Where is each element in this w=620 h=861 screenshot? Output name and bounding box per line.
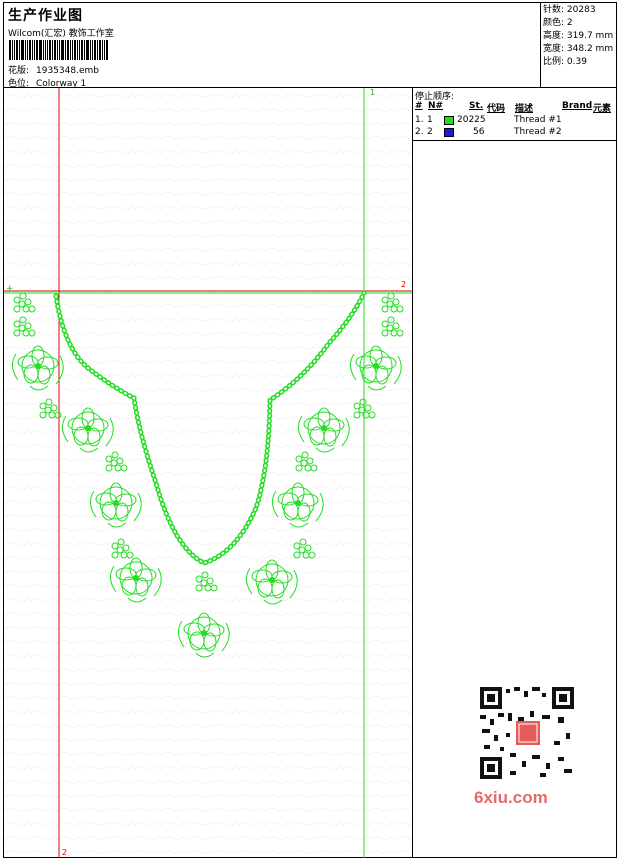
barcode-bar <box>45 40 46 60</box>
barcode-bar <box>16 40 18 60</box>
barcode-bar <box>25 40 26 60</box>
col-element: 元素 <box>593 104 612 114</box>
barcode-bar <box>65 40 66 60</box>
barcode-bar <box>102 40 103 60</box>
thread-color-swatch <box>444 116 454 125</box>
stat-colors: 颜色: 2 <box>543 17 617 30</box>
row-index: 2. <box>415 127 424 137</box>
stop-sequence-header: # N# St. 代码 描述 Brand 元素 <box>413 101 617 114</box>
thread-color-swatch <box>444 128 454 137</box>
stat-value: 20283 <box>566 5 596 15</box>
barcode-bar <box>61 40 64 60</box>
row-code: 56 <box>473 127 485 137</box>
stat-value: 0.39 <box>566 57 587 67</box>
stat-label: 针数: <box>543 5 565 15</box>
header-left: 生产作业图 Wilcom(汇宏) 教饰工作室 花版: 1935348.emb 色位… <box>4 3 540 89</box>
col-index: # <box>415 101 423 111</box>
barcode-bar <box>86 40 89 60</box>
barcode-bar <box>74 40 76 60</box>
row-index: 1. <box>415 115 424 125</box>
barcode-bar <box>104 40 105 60</box>
barcode-bar <box>90 40 91 60</box>
barcode-bar <box>39 40 42 60</box>
barcode-bar <box>21 40 24 60</box>
barcode-bar <box>97 40 98 60</box>
row-n: 1 <box>427 115 433 125</box>
barcode-bar <box>99 40 101 60</box>
row-code: 20225 <box>457 115 486 125</box>
barcode-bar <box>14 40 15 60</box>
stat-value: 348.2 mm <box>566 44 614 54</box>
barcode-bar <box>79 40 80 60</box>
stop-row: 1. 1 20225 Thread #1 <box>413 115 617 127</box>
stat-height: 高度: 319.7 mm <box>543 30 617 43</box>
stop-sequence-divider <box>413 140 617 141</box>
design-canvas: 1 2 2 + <box>4 88 412 858</box>
stat-label: 高度: <box>543 31 565 41</box>
col-brand: Brand <box>562 101 593 111</box>
stat-label: 比例: <box>543 57 565 67</box>
col-desc: 描述 <box>515 104 534 114</box>
barcode-bar <box>67 40 69 60</box>
barcode-bar <box>92 40 93 60</box>
barcode-bar <box>84 40 85 60</box>
marker-2-horizontal: 2 <box>401 280 406 289</box>
barcode-bar <box>36 40 38 60</box>
barcode-bar <box>49 40 51 60</box>
barcode-bar <box>27 40 28 60</box>
barcode-bar <box>94 40 96 60</box>
stat-label: 颜色: <box>543 18 565 28</box>
fabric-texture <box>4 88 412 858</box>
row-desc: Thread #1 <box>514 115 562 125</box>
design-file-label: 花版: <box>8 66 30 76</box>
barcode-bar <box>57 40 58 60</box>
barcode <box>9 40 141 60</box>
design-file-value: 1935348.emb <box>36 66 99 76</box>
barcode-bar <box>77 40 78 60</box>
design-file-row: 花版: 1935348.emb <box>8 63 99 76</box>
barcode-bar <box>9 40 11 60</box>
stat-value: 319.7 mm <box>566 31 614 41</box>
barcode-bar <box>12 40 13 60</box>
barcode-bar <box>54 40 56 60</box>
stat-value: 2 <box>566 18 573 28</box>
barcode-bar <box>70 40 71 60</box>
barcode-bar <box>59 40 60 60</box>
row-desc: Thread #2 <box>514 127 562 137</box>
stats-panel: 针数: 20283 颜色: 2 高度: 319.7 mm 宽度: 348.2 m… <box>540 2 617 87</box>
barcode-bar <box>47 40 48 60</box>
barcode-bar <box>43 40 44 60</box>
stat-scale: 比例: 0.39 <box>543 56 617 69</box>
stat-stitches: 针数: 20283 <box>543 4 617 17</box>
page-title: 生产作业图 <box>8 8 83 24</box>
qr-code-icon <box>478 685 576 781</box>
company-name: Wilcom(汇宏) 教饰工作室 <box>8 29 114 39</box>
col-n: N# <box>428 101 444 111</box>
origin-marker: + <box>6 284 14 294</box>
barcode-bar <box>52 40 53 60</box>
barcode-bar <box>34 40 35 60</box>
row-n: 2 <box>427 127 433 137</box>
embroidery-preview: 1 2 2 + <box>4 88 412 858</box>
barcode-bar <box>29 40 31 60</box>
barcode-bar <box>19 40 20 60</box>
barcode-bar <box>81 40 83 60</box>
marker-1: 1 <box>370 88 375 97</box>
stop-row: 2. 2 56 Thread #2 <box>413 127 617 139</box>
production-worksheet: 生产作业图 Wilcom(汇宏) 教饰工作室 花版: 1935348.emb 色位… <box>0 0 620 861</box>
watermark-text: 6xiu.com <box>474 788 548 807</box>
col-code: 代码 <box>487 104 506 114</box>
barcode-bar <box>32 40 33 60</box>
col-st: St. <box>469 101 484 111</box>
marker-2-vertical: 2 <box>62 848 67 857</box>
stat-width: 宽度: 348.2 mm <box>543 43 617 56</box>
barcode-bar <box>106 40 108 60</box>
barcode-bar <box>72 40 73 60</box>
stat-label: 宽度: <box>543 44 565 54</box>
